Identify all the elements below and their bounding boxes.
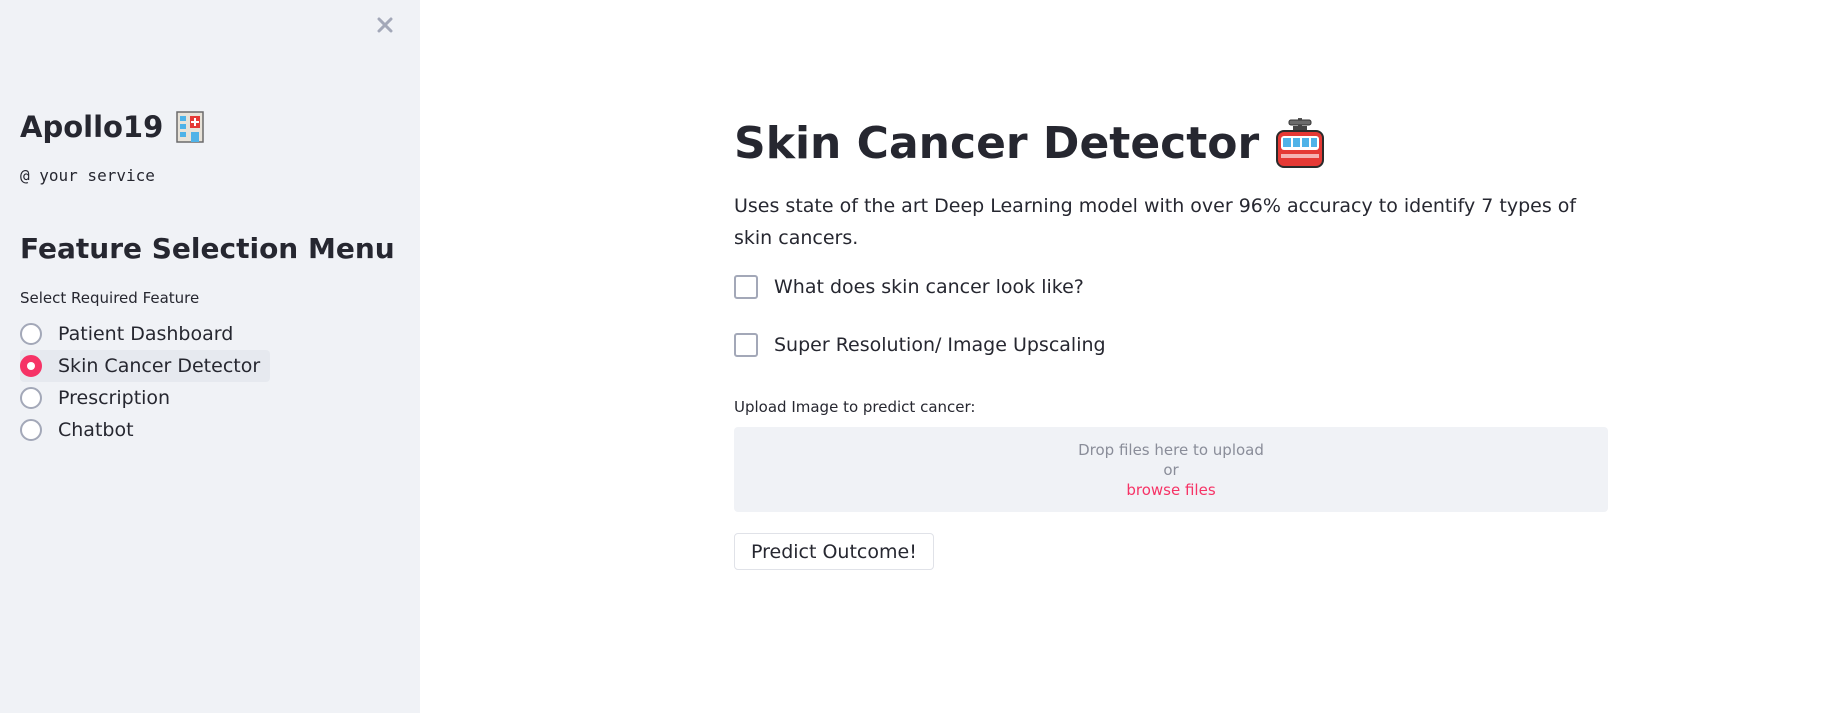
radio-label: Prescription: [58, 387, 171, 409]
radio-caption: Select Required Feature: [20, 289, 200, 307]
page-title-text: Skin Cancer Detector: [734, 117, 1260, 169]
radio-button[interactable]: [20, 323, 42, 345]
radio-button[interactable]: [20, 419, 42, 441]
app-subtitle: @ your service: [20, 166, 155, 185]
drop-text: Drop files here to upload: [1078, 440, 1264, 459]
drop-or-text: or: [1163, 460, 1179, 479]
close-icon: [377, 17, 393, 33]
main-content: Skin Cancer Detector Uses state of the a…: [734, 0, 1608, 713]
radio-label: Skin Cancer Detector: [58, 355, 261, 377]
radio-option-chatbot[interactable]: Chatbot: [20, 414, 270, 446]
checkbox-label: Super Resolution/ Image Upscaling: [774, 334, 1106, 356]
app-name: Apollo19: [20, 110, 164, 144]
predict-outcome-button[interactable]: Predict Outcome!: [734, 533, 934, 570]
radio-dot: [27, 362, 35, 370]
app-root: Apollo19 @ your service Feature Selectio…: [0, 0, 1833, 713]
page-title: Skin Cancer Detector: [734, 116, 1327, 170]
app-title: Apollo19: [20, 110, 207, 144]
radio-label: Patient Dashboard: [58, 323, 234, 345]
checkbox-super-resolution[interactable]: Super Resolution/ Image Upscaling: [734, 333, 1106, 357]
tram-car-icon: [1276, 118, 1325, 168]
feature-radio-group: Patient Dashboard Skin Cancer Detector P…: [20, 318, 271, 446]
menu-heading: Feature Selection Menu: [20, 232, 395, 265]
sidebar: Apollo19 @ your service Feature Selectio…: [0, 0, 420, 713]
close-sidebar-button[interactable]: [372, 12, 398, 38]
radio-button[interactable]: [20, 387, 42, 409]
uploader-label: Upload Image to predict cancer:: [734, 398, 976, 416]
radio-label: Chatbot: [58, 419, 134, 441]
file-dropzone[interactable]: Drop files here to upload or browse file…: [734, 427, 1608, 512]
radio-option-patient-dashboard[interactable]: Patient Dashboard: [20, 318, 270, 350]
checkbox[interactable]: [734, 275, 758, 299]
checkbox-skin-cancer-examples[interactable]: What does skin cancer look like?: [734, 275, 1084, 299]
checkbox[interactable]: [734, 333, 758, 357]
radio-option-prescription[interactable]: Prescription: [20, 382, 270, 414]
radio-button-selected[interactable]: [20, 355, 42, 377]
hospital-icon: [176, 111, 205, 143]
browse-files-link[interactable]: browse files: [1126, 480, 1215, 500]
page-description: Uses state of the art Deep Learning mode…: [734, 195, 1577, 249]
radio-option-skin-cancer-detector[interactable]: Skin Cancer Detector: [20, 350, 271, 382]
checkbox-label: What does skin cancer look like?: [774, 276, 1084, 298]
